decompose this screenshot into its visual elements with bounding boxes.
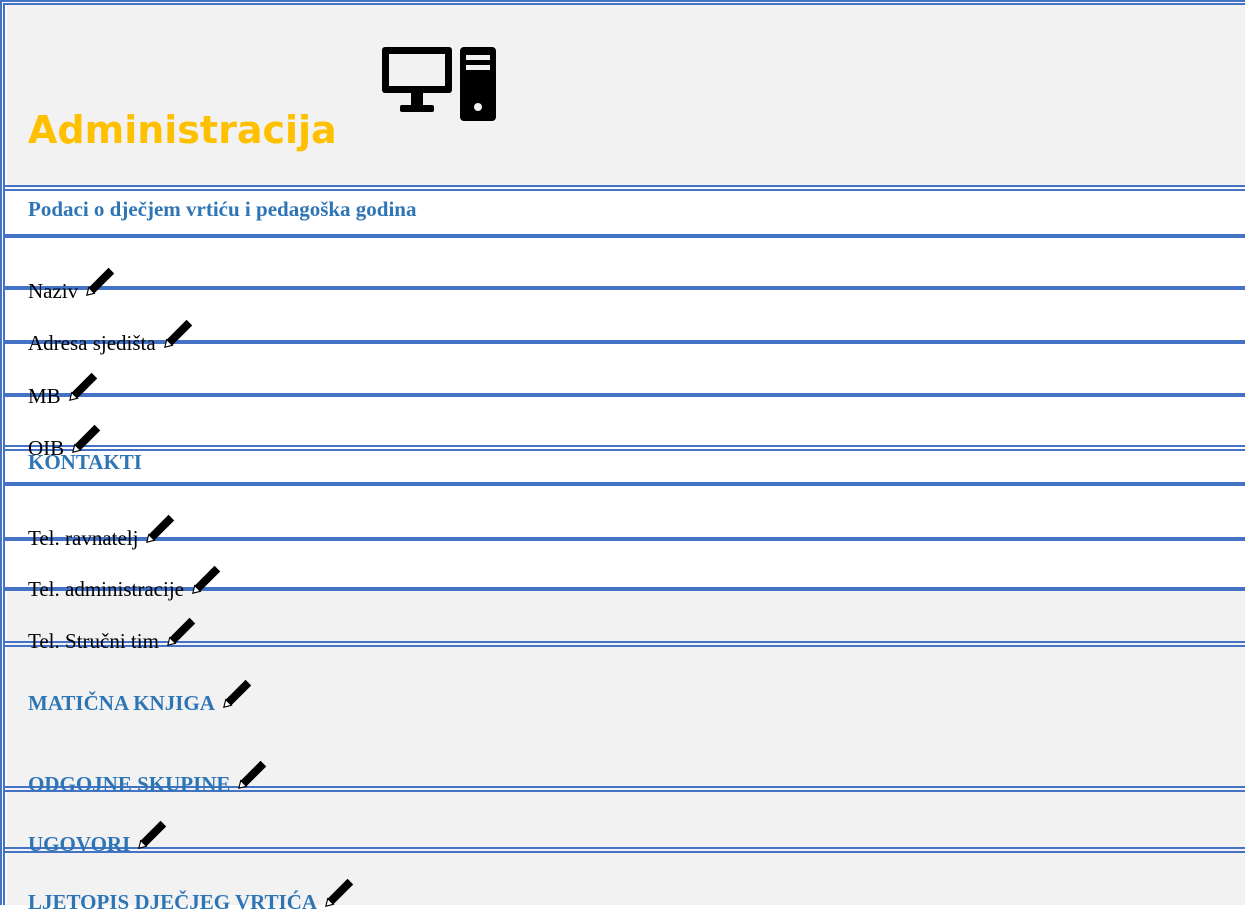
pencil-icon[interactable]: [162, 316, 196, 350]
row-mb: MB: [28, 369, 101, 407]
row-label: Tel. administracije: [28, 577, 184, 601]
header-band: [7, 5, 1245, 188]
section-link-ugovori[interactable]: UGOVORI: [28, 817, 170, 855]
pencil-icon[interactable]: [144, 511, 178, 545]
pencil-icon[interactable]: [323, 875, 357, 909]
section-link-label: MATIČNA KNJIGA: [28, 691, 215, 715]
data-band: [7, 188, 1245, 588]
page-title: Administracija: [28, 108, 337, 152]
pencil-icon[interactable]: [67, 369, 101, 403]
row-label: MB: [28, 384, 61, 408]
desktop-computer-icon: [382, 47, 496, 121]
pencil-icon[interactable]: [221, 676, 255, 710]
section-link-odgojne-skupine[interactable]: ODGOJNE SKUPINE: [28, 757, 270, 795]
section-link-label: LJETOPIS DJEČJEG VRTIĆA: [28, 890, 318, 914]
row-naziv: Naziv: [28, 264, 118, 302]
section-link-label: ODGOJNE SKUPINE: [28, 772, 231, 796]
divider: [5, 482, 1245, 486]
row-label: Tel. Stručni tim: [28, 629, 159, 653]
row-tel-strucni-tim: Tel. Stručni tim: [28, 614, 199, 652]
section-link-maticna-knjiga[interactable]: MATIČNA KNJIGA: [28, 676, 255, 714]
row-tel-ravnatelj: Tel. ravnatelj: [28, 511, 178, 549]
divider: [5, 847, 1245, 853]
pencil-icon[interactable]: [84, 264, 118, 298]
divider: [5, 393, 1245, 397]
pencil-icon[interactable]: [136, 817, 170, 851]
section-heading-kindergarten-info: Podaci o dječjem vrtiću i pedagoška godi…: [28, 197, 417, 221]
section-link-ljetopis[interactable]: LJETOPIS DJEČJEG VRTIĆA: [28, 875, 357, 913]
row-label: Naziv: [28, 279, 79, 303]
row-tel-administracije: Tel. administracije: [28, 562, 224, 600]
divider: [5, 185, 1245, 191]
row-label: Tel. ravnatelj: [28, 526, 139, 550]
divider: [5, 286, 1245, 290]
section-heading-contacts: KONTAKTI: [28, 450, 142, 474]
divider: [5, 445, 1245, 451]
section-link-label: UGOVORI: [28, 832, 131, 856]
divider: [5, 537, 1245, 541]
pencil-icon[interactable]: [190, 562, 224, 596]
row-adresa-sjedista: Adresa sjedišta: [28, 316, 196, 354]
row-label: Adresa sjedišta: [28, 331, 156, 355]
pencil-icon[interactable]: [236, 757, 270, 791]
pencil-icon[interactable]: [165, 614, 199, 648]
divider: [5, 234, 1245, 238]
